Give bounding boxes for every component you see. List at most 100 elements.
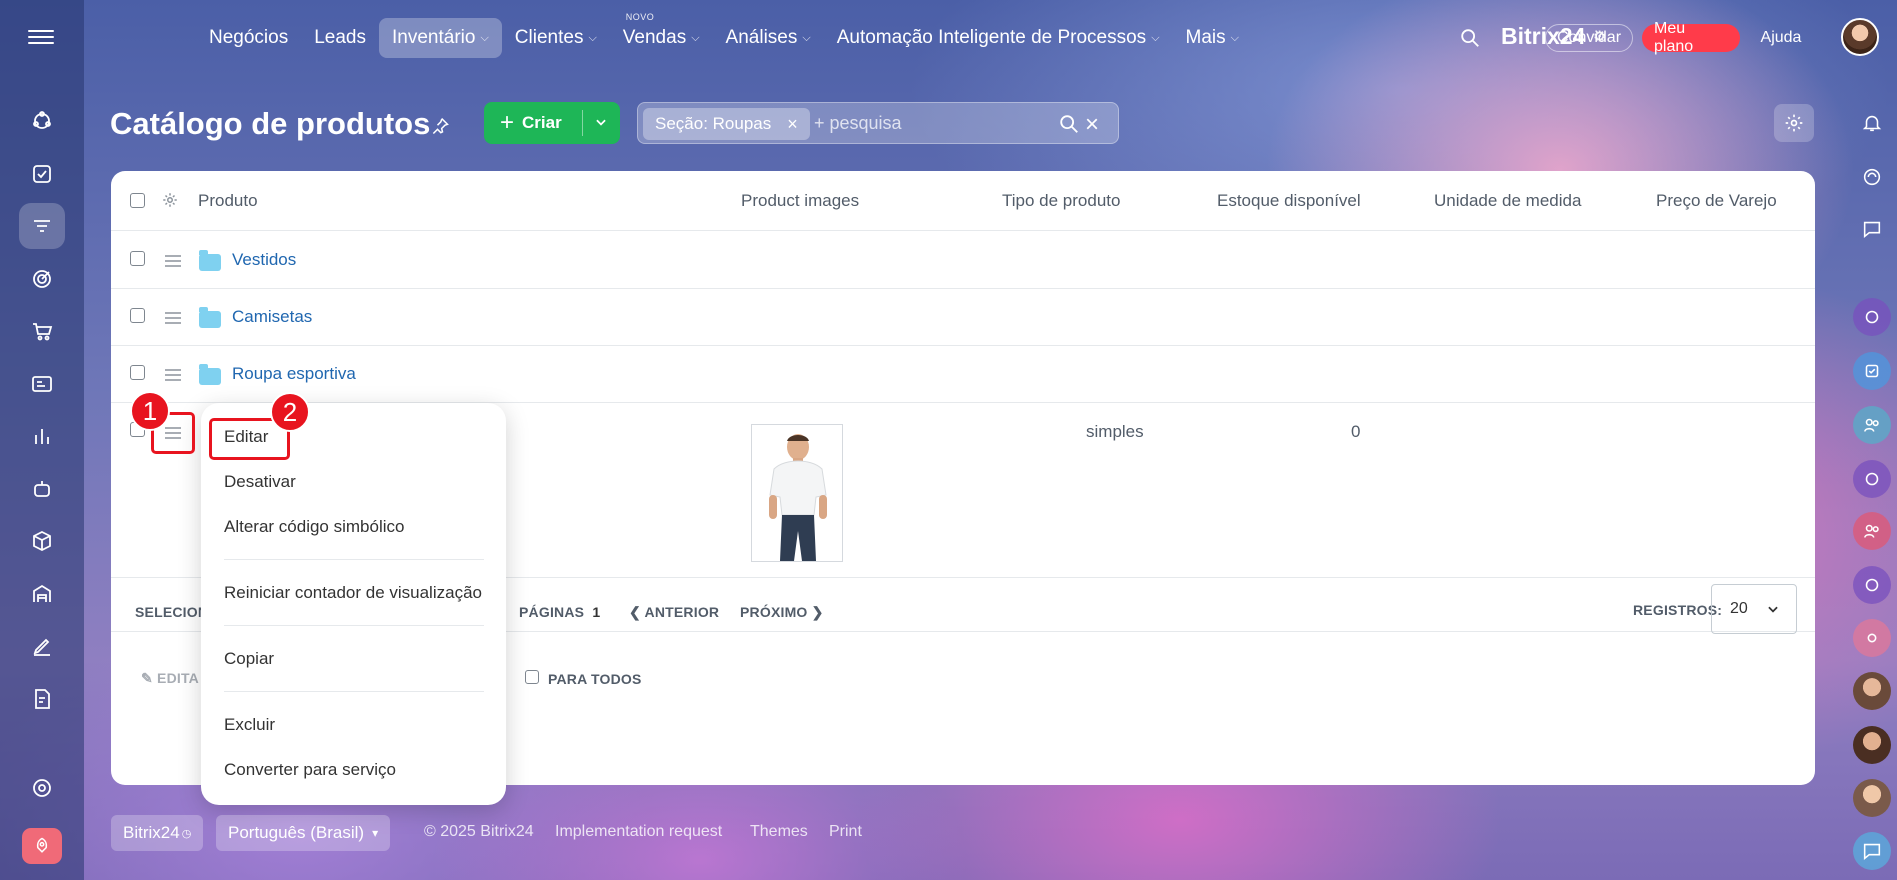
menu-item-copy[interactable]: Copiar <box>224 649 274 669</box>
records-label: REGISTROS: <box>1633 602 1723 618</box>
crm-icon[interactable] <box>19 98 65 144</box>
select-all-checkbox[interactable] <box>130 193 145 208</box>
copilot-icon[interactable] <box>1853 158 1891 196</box>
menu-item-convert-to-service[interactable]: Converter para serviço <box>224 760 396 780</box>
search-placeholder[interactable]: + pesquisa <box>814 113 902 134</box>
menu-item-change-symbolic-code[interactable]: Alterar código simbólico <box>224 517 404 537</box>
chevron-down-icon[interactable] <box>594 115 608 129</box>
nav-item-3[interactable]: Clientes ⌵ <box>502 18 610 58</box>
table-row[interactable]: Vestidos <box>111 231 1815 289</box>
folder-link[interactable]: Camisetas <box>232 307 312 327</box>
column-header-product[interactable]: Produto <box>198 191 258 211</box>
next-page-button[interactable]: PRÓXIMO ❯ <box>740 604 824 621</box>
filter-search-box[interactable]: Seção: Roupas × + pesquisa × <box>637 102 1119 144</box>
inventory-icon[interactable] <box>19 203 65 249</box>
drag-handle-icon[interactable] <box>165 312 181 324</box>
nav-item-0[interactable]: Negócios <box>196 18 301 58</box>
print-link[interactable]: Print <box>829 823 862 841</box>
bitrix-footer-button[interactable]: Bitrix24 ◷ <box>111 815 204 851</box>
target-icon[interactable] <box>19 256 65 302</box>
settings-button[interactable] <box>1774 104 1814 142</box>
table-header: Produto Product images Tipo de produto E… <box>111 171 1815 231</box>
contact-card-icon[interactable] <box>19 361 65 407</box>
contact-avatar-3[interactable] <box>1853 779 1891 817</box>
nav-item-4[interactable]: NOVO Vendas ⌵ <box>610 12 713 58</box>
chevron-right-icon: ❯ <box>807 604 824 620</box>
bell-icon[interactable] <box>1853 104 1891 142</box>
warehouse-icon[interactable] <box>19 571 65 617</box>
row-checkbox[interactable] <box>130 251 145 266</box>
contact-avatar-2[interactable] <box>1853 726 1891 764</box>
left-sidebar <box>0 0 84 880</box>
menu-item-delete[interactable]: Excluir <box>224 715 275 735</box>
column-header-images[interactable]: Product images <box>741 191 859 211</box>
box-icon[interactable] <box>19 518 65 564</box>
contact-avatar-1[interactable] <box>1853 672 1891 710</box>
previous-page-button[interactable]: ❮ ANTERIOR <box>629 604 719 621</box>
pin-icon[interactable] <box>430 116 450 136</box>
themes-link[interactable]: Themes <box>750 823 808 841</box>
annotation-badge-2: 2 <box>270 392 310 432</box>
group-chat-icon[interactable] <box>1853 406 1891 444</box>
channel-icon-2[interactable] <box>1853 460 1891 498</box>
folder-link[interactable]: Roupa esportiva <box>232 364 356 384</box>
records-per-page-select[interactable]: 20 <box>1711 584 1797 634</box>
table-row[interactable]: Roupa esportiva <box>111 346 1815 403</box>
column-header-stock[interactable]: Estoque disponível <box>1217 191 1361 211</box>
invite-button[interactable]: Convidar <box>1545 24 1633 52</box>
create-button[interactable]: + Criar <box>484 102 620 144</box>
nav-item-1[interactable]: Leads <box>301 18 379 58</box>
chevron-down-icon: ⌵ <box>691 31 700 44</box>
menu-item-reset-view-counter[interactable]: Reiniciar contador de visualização <box>224 583 482 603</box>
menu-item-deactivate[interactable]: Desativar <box>224 472 296 492</box>
channel-icon[interactable] <box>1853 298 1891 336</box>
my-plan-button[interactable]: Meu plano <box>1642 20 1740 55</box>
close-icon[interactable]: × <box>787 114 798 135</box>
filter-chip-label: Seção: Roupas <box>655 114 772 133</box>
chevron-down-icon: ⌵ <box>1151 31 1160 44</box>
tasks-icon[interactable] <box>19 151 65 197</box>
tasks-chat-icon[interactable] <box>1853 352 1891 390</box>
chat-icon[interactable] <box>1853 210 1891 248</box>
gear-icon[interactable] <box>161 191 179 209</box>
row-checkbox[interactable] <box>130 308 145 323</box>
page-number[interactable]: 1 <box>592 604 600 620</box>
filter-chip-section[interactable]: Seção: Roupas × <box>643 108 810 140</box>
support-chat-icon[interactable] <box>1853 832 1891 870</box>
robot-icon[interactable] <box>19 466 65 512</box>
for-all-checkbox[interactable] <box>525 670 539 684</box>
implementation-request-link[interactable]: Implementation request <box>555 823 722 841</box>
language-select[interactable]: Português (Brasil) ▾ <box>216 815 391 851</box>
menu-icon[interactable] <box>28 26 54 48</box>
document-edit-icon[interactable] <box>19 676 65 722</box>
nav-item-5[interactable]: Análises ⌵ <box>713 18 824 58</box>
drag-handle-icon[interactable] <box>165 369 181 381</box>
help-button[interactable]: Ajuda <box>1748 24 1814 52</box>
search-icon[interactable] <box>1058 113 1080 135</box>
nav-item-6[interactable]: Automação Inteligente de Processos ⌵ <box>824 18 1173 58</box>
column-header-price[interactable]: Preço de Varejo <box>1656 191 1777 211</box>
row-checkbox[interactable] <box>130 365 145 380</box>
rocket-icon[interactable] <box>22 828 62 864</box>
folder-link[interactable]: Vestidos <box>232 250 296 270</box>
analytics-icon[interactable] <box>19 413 65 459</box>
channel-icon-3[interactable] <box>1853 566 1891 604</box>
column-header-type[interactable]: Tipo de produto <box>1002 191 1120 211</box>
user-avatar[interactable] <box>1841 18 1879 56</box>
menu-divider <box>224 691 484 692</box>
product-type-cell: simples <box>1086 422 1144 441</box>
column-header-unit[interactable]: Unidade de medida <box>1434 191 1581 211</box>
table-row[interactable]: Camisetas <box>111 289 1815 346</box>
drag-handle-icon[interactable] <box>165 255 181 267</box>
product-image[interactable] <box>751 424 843 562</box>
clear-icon[interactable]: × <box>1085 111 1099 139</box>
sign-icon[interactable] <box>19 623 65 669</box>
settings-icon[interactable] <box>19 765 65 811</box>
nav-item-2[interactable]: Inventário ⌵ <box>379 18 502 58</box>
search-icon[interactable] <box>1459 27 1481 49</box>
cart-icon[interactable] <box>19 308 65 354</box>
nav-item-7[interactable]: Mais ⌵ <box>1173 18 1252 58</box>
open-line-icon[interactable] <box>1853 619 1891 657</box>
team-chat-icon[interactable] <box>1853 512 1891 550</box>
edit-action[interactable]: ✎ EDITA <box>141 670 199 687</box>
